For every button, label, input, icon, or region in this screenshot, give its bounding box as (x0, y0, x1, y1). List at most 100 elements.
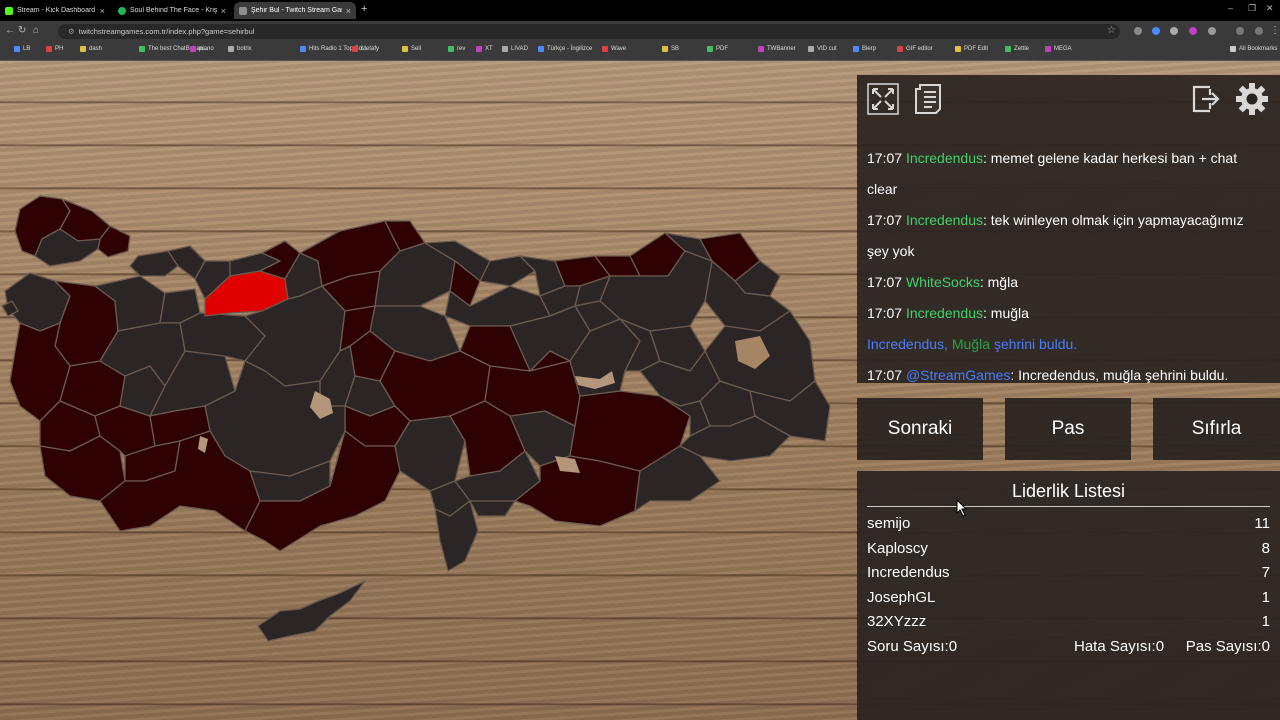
bookmark-favicon-icon (538, 46, 544, 52)
bookmark-item[interactable]: Blerp (853, 46, 876, 52)
leaderboard-row: JosephGL 1 (867, 589, 1270, 606)
maximize-icon[interactable]: ❐ (1248, 3, 1256, 14)
logout-icon[interactable] (1190, 83, 1222, 115)
profile-avatar[interactable] (1255, 27, 1263, 35)
bookmark-item[interactable]: piano (190, 46, 214, 52)
bookmark-favicon-icon (808, 46, 814, 52)
tab-sehir-bul[interactable]: Şehir Bul - Twitch Stream Game × (234, 2, 356, 19)
bookmark-item[interactable]: dash (80, 46, 102, 52)
bookmark-item[interactable]: botrix (228, 46, 252, 52)
bookmarks-bar: All Bookmarks LB PH dash The best ChatBot a… (0, 42, 1280, 61)
tab-kick-dashboard[interactable]: Stream - Kick Dashboard × (0, 2, 110, 19)
close-tab-icon[interactable]: × (221, 6, 226, 16)
pass-button[interactable]: Pas (1005, 398, 1131, 460)
all-bookmarks[interactable]: All Bookmarks (1230, 46, 1277, 52)
new-tab-icon[interactable]: + (361, 3, 367, 15)
kick-favicon-icon (5, 6, 13, 15)
province-kilis (469, 500, 516, 517)
chat-message-continued: şey yok (867, 243, 915, 259)
fullscreen-icon[interactable] (867, 83, 899, 115)
mouse-cursor-icon (956, 499, 968, 517)
found-announcement: Incredendus, Muğla şehrini buldu. (867, 336, 1078, 352)
bookmark-favicon-icon (448, 46, 454, 52)
bookmark-favicon-icon (897, 46, 903, 52)
bookmark-favicon-icon (1005, 46, 1011, 52)
turkey-map[interactable] (0, 61, 857, 720)
bookmark-favicon-icon (662, 46, 668, 52)
extension-icon[interactable] (1152, 27, 1160, 35)
home-icon[interactable]: ⌂ (33, 25, 39, 36)
bookmark-item[interactable]: LB (14, 46, 30, 52)
chat-log: 17:07 Incredendus: memet gelene kadar he… (867, 143, 1267, 391)
bookmark-favicon-icon (80, 46, 86, 52)
bookmark-item[interactable]: Wave (602, 46, 626, 52)
close-tab-icon[interactable]: × (100, 6, 105, 16)
tab-soul-behind-the-face[interactable]: Soul Behind The Face - Kriş × (113, 2, 231, 19)
chat-message: 17:07 Incredendus: muğla (867, 305, 1029, 321)
reload-icon[interactable]: ↻ (18, 25, 26, 36)
divider (867, 506, 1270, 507)
bookmark-favicon-icon (502, 46, 508, 52)
profile-avatar[interactable] (1236, 27, 1244, 35)
game-page: 17:07 Incredendus: memet gelene kadar he… (0, 61, 1280, 720)
bookmark-favicon-icon (14, 46, 20, 52)
next-button[interactable]: Sonraki (857, 398, 983, 460)
bookmark-favicon-icon (476, 46, 482, 52)
bookmark-favicon-icon (758, 46, 764, 52)
leaderboard-title: Liderlik Listesi (1011, 481, 1126, 501)
bookmark-favicon-icon (228, 46, 234, 52)
bookmark-favicon-icon (1045, 46, 1051, 52)
extension-icon[interactable] (1189, 27, 1197, 35)
chat-message: 17:07 Incredendus: tek winleyen olmak iç… (867, 212, 1244, 228)
bookmark-item[interactable]: PH (46, 46, 63, 52)
minimize-icon[interactable]: – (1228, 3, 1233, 13)
leaderboard-row: 32XYzzz 1 (867, 613, 1270, 630)
chat-message: 17:07 WhiteSocks: mğla (867, 274, 1018, 290)
bookmark-favicon-icon (707, 46, 713, 52)
url-field[interactable]: ⚙ twitchstreamgames.com.tr/index.php?game… (58, 24, 1120, 39)
bookmark-item[interactable]: MEGA (1045, 46, 1072, 52)
close-tab-icon[interactable]: × (346, 6, 351, 16)
gear-icon[interactable] (1236, 83, 1268, 115)
bookmark-item[interactable]: PDF (707, 46, 728, 52)
chat-message: 17:07 @StreamGames: Incredendus, muğla ş… (867, 367, 1229, 383)
close-window-icon[interactable]: ✕ (1266, 3, 1274, 14)
bookmark-item[interactable]: VID cut (808, 46, 837, 52)
bookmark-item[interactable]: Sell (402, 46, 421, 52)
reset-button[interactable]: Sıfırla (1153, 398, 1280, 460)
question-count: Soru Sayısı:0 (867, 638, 958, 655)
back-icon[interactable]: ← (5, 25, 15, 36)
chat-message: 17:07 Incredendus: memet gelene kadar he… (867, 150, 1238, 166)
province-hatay (434, 500, 479, 572)
bookmark-favicon-icon (46, 46, 52, 52)
bookmark-item[interactable]: PDF Edit (955, 46, 988, 52)
island-cyprus (257, 580, 366, 642)
bookmark-item[interactable]: Metafy (352, 46, 379, 52)
bookmark-item[interactable]: Zettle (1005, 46, 1029, 52)
bookmark-item[interactable]: TWBanner (758, 46, 796, 52)
chat-panel: 17:07 Incredendus: memet gelene kadar he… (857, 75, 1280, 383)
bookmark-item[interactable]: LIVAD (502, 46, 528, 52)
chat-message-continued: clear (867, 181, 898, 197)
leaderboard-row: Incredendus 7 (867, 564, 1270, 581)
spotify-favicon-icon (118, 6, 126, 15)
extension-icon[interactable] (1134, 27, 1142, 35)
menu-icon[interactable]: ⋮ (1270, 25, 1280, 36)
bookmark-star-icon[interactable]: ☆ (1107, 25, 1116, 36)
leaderboard-row: Kaploscy 8 (867, 540, 1270, 557)
province-adana (394, 415, 466, 492)
extension-icon[interactable] (1170, 27, 1178, 35)
site-info-icon[interactable]: ⚙ (68, 27, 75, 36)
bookmark-favicon-icon (139, 46, 145, 52)
bookmark-favicon-icon (602, 46, 608, 52)
bookmark-favicon-icon (300, 46, 306, 52)
bookmark-item[interactable]: Türkçe - İngilizce (538, 46, 592, 52)
bookmark-item[interactable]: rev (448, 46, 465, 52)
extension-icon[interactable] (1208, 27, 1216, 35)
bookmark-item[interactable]: GIF editor (897, 46, 933, 52)
notes-icon[interactable] (912, 83, 944, 115)
leaderboard-panel: Liderlik Listesi semijo 11 Kaploscy 8 Incr… (857, 471, 1280, 720)
bookmark-item[interactable]: SB (662, 46, 679, 52)
bookmark-item[interactable]: XT (476, 46, 493, 52)
bookmark-favicon-icon (853, 46, 859, 52)
